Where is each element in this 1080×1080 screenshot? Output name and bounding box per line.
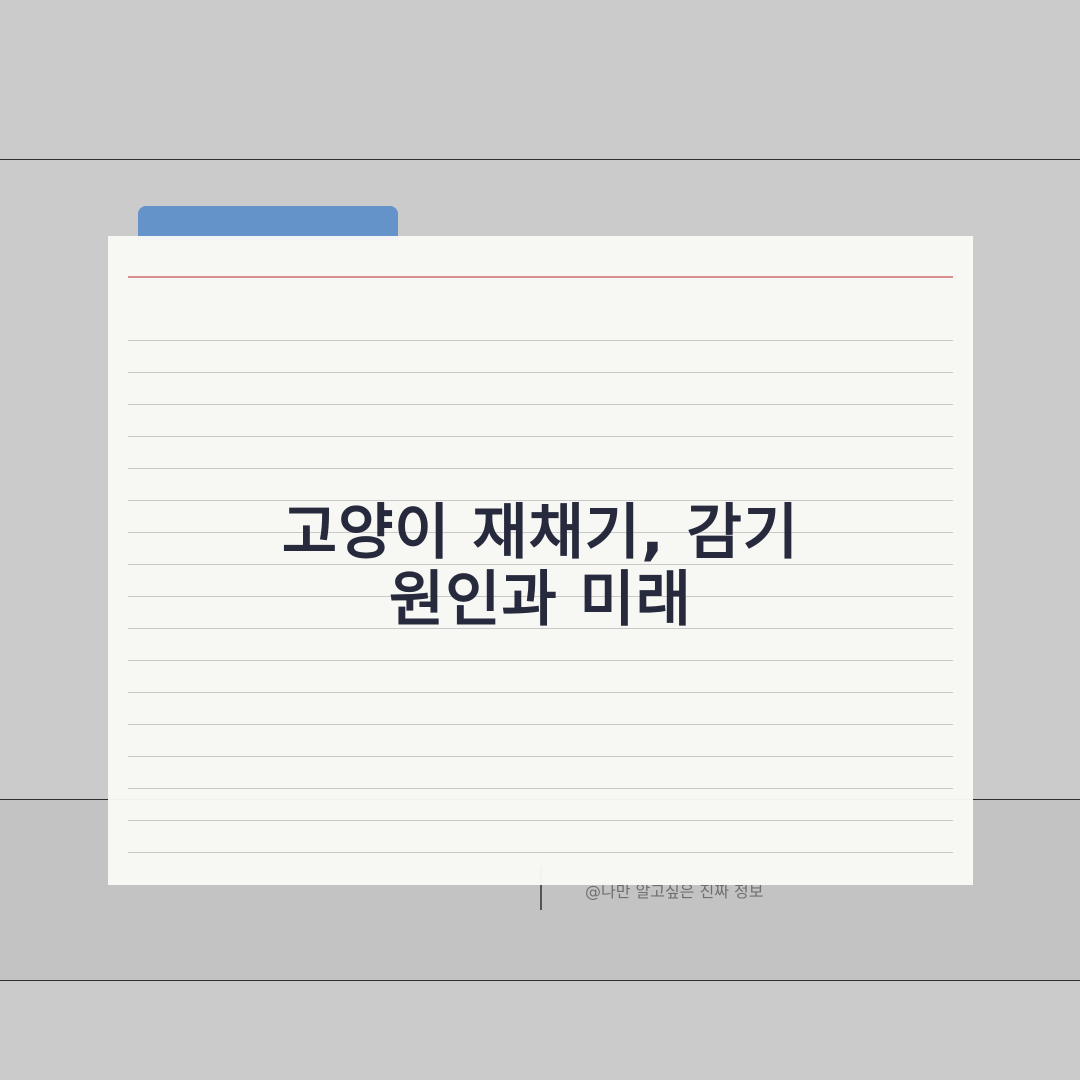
rule-line [128,436,953,437]
folder-tab [138,206,398,240]
rule-line [128,820,953,821]
rule-line [128,372,953,373]
margin-line [128,276,953,278]
top-divider-line [0,159,1080,160]
card-title: 고양이 재채기, 감기 원인과 미래 [108,500,973,634]
rule-line [128,788,953,789]
rule-line [128,340,953,341]
note-card: 고양이 재채기, 감기 원인과 미래 [108,236,973,885]
rule-line [128,404,953,405]
card-title-line-1: 고양이 재채기, 감기 [281,498,800,568]
rule-line [128,692,953,693]
card-title-line-2: 원인과 미래 [389,565,692,635]
rule-line [128,724,953,725]
band-bottom-line [0,980,1080,981]
rule-line [128,468,953,469]
rule-line [128,852,953,853]
rule-line [128,660,953,661]
rule-line [128,756,953,757]
